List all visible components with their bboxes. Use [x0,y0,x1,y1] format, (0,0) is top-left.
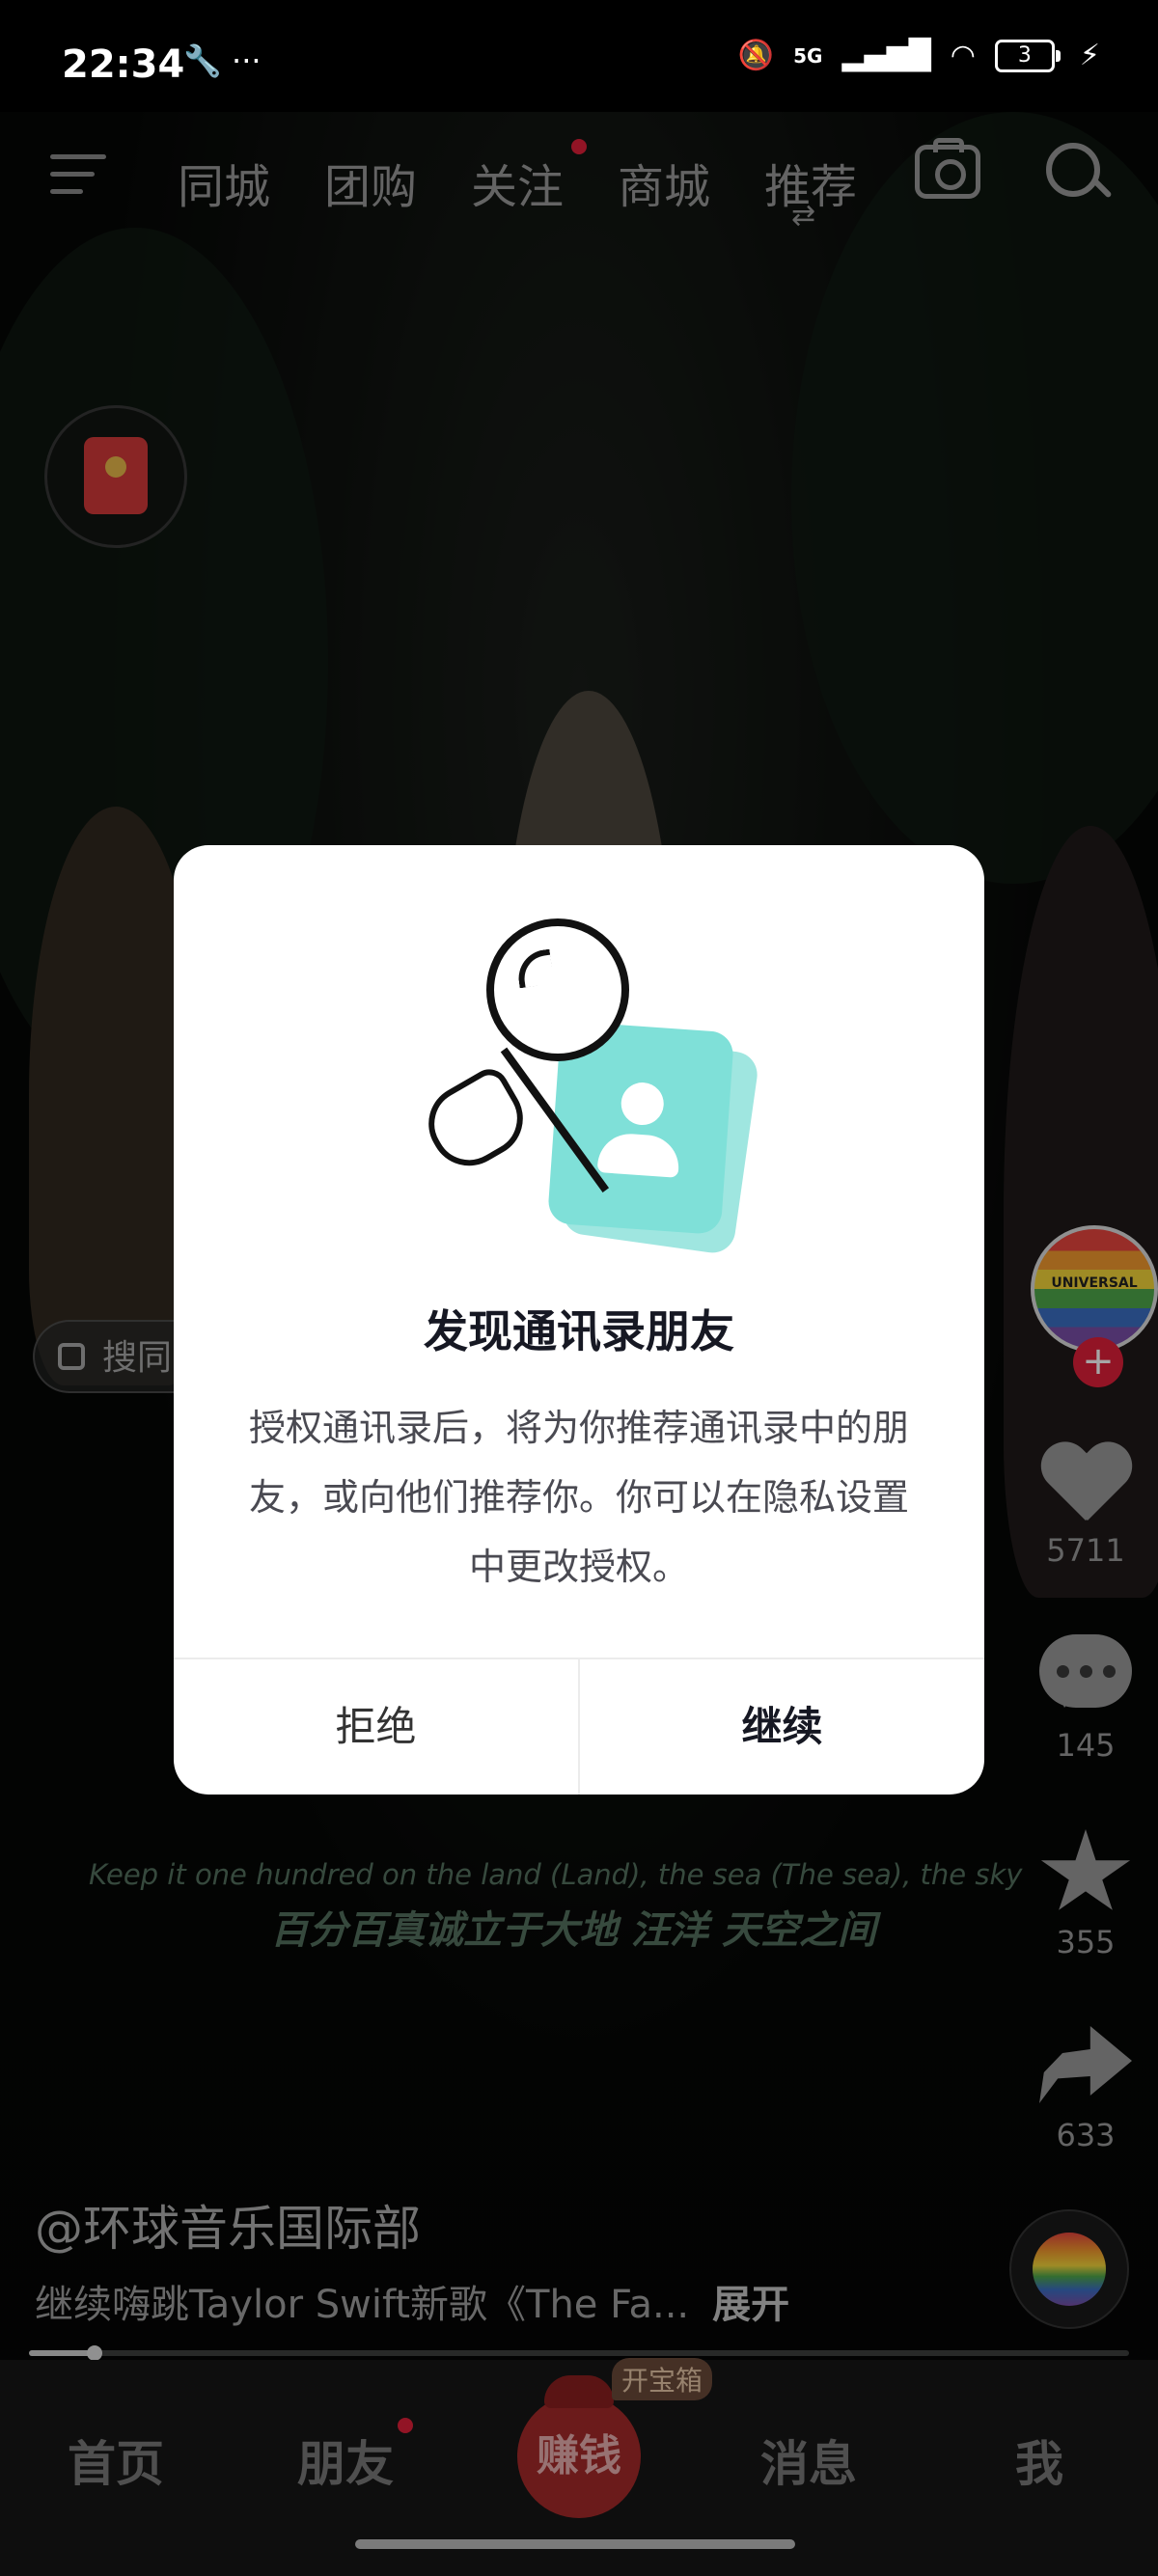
magnifier-icon [486,918,629,1061]
signal-icon: ▂▄▆█ [841,39,931,72]
status-right-icons: 🔕 5G ▂▄▆█ ◠ 3 ⚡ [738,39,1100,72]
continue-button[interactable]: 继续 [580,1659,984,1795]
dialog-title: 发现通讯录朋友 [424,1305,734,1357]
wifi-icon: ◠ [950,39,976,72]
status-notification-icons: 🔧 ··· [183,42,262,79]
mute-bell-icon: 🔕 [737,39,775,72]
charging-icon: ⚡ [1079,39,1100,72]
battery-icon: 3 [994,39,1061,72]
status-time: 22:34 [62,42,185,87]
contacts-illustration [414,918,760,1256]
hand-icon [414,1062,538,1180]
dialog-body: 授权通讯录后，将为你推荐通讯录中的朋友，或向他们推荐你。你可以在隐私设置中更改授… [248,1407,909,1588]
reject-button[interactable]: 拒绝 [174,1659,578,1795]
contacts-permission-dialog: 发现通讯录朋友 授权通讯录后，将为你推荐通讯录中的朋友，或向他们推荐你。你可以在… [174,845,984,1795]
network-label: 5G [793,43,823,68]
status-bar: 22:34 🔧 ··· 🔕 5G ▂▄▆█ ◠ 3 ⚡ [0,0,1158,112]
